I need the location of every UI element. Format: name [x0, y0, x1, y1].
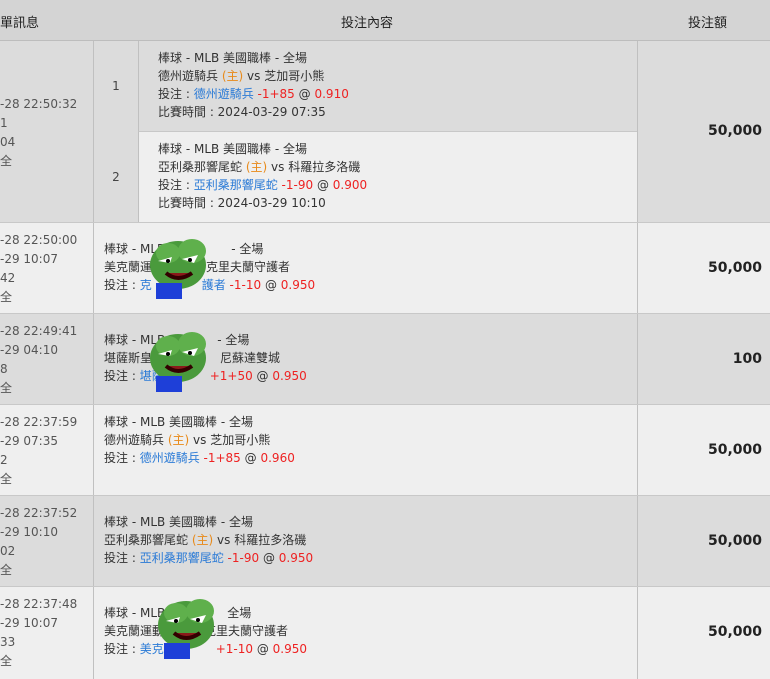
row-info: -28 22:37:52 -29 10:10 02 全 [0, 506, 78, 577]
table-row: -28 22:37:59 -29 07:35 2 全 棒球 - MLB 美國職棒… [0, 405, 770, 496]
header-amount: 投注額 [688, 16, 728, 31]
table-row: -28 22:37:52 -29 10:10 02 全 棒球 - MLB 美國職… [0, 496, 770, 587]
frog-sticker-icon [150, 239, 206, 299]
bet-amount: 50,000 [707, 442, 762, 458]
table-row: -28 22:49:41 -29 04:10 8 全 棒球 - MLB - 全場 … [0, 314, 770, 405]
leg-index: 1 [112, 79, 120, 93]
frog-sticker-icon [150, 332, 206, 392]
row-info: -28 22:49:41 -29 04:10 8 全 [0, 324, 78, 395]
leg-details: 棒球 - MLB 美國職棒 - 全場 德州遊騎兵 (主) vs 芝加哥小熊 投注… [158, 51, 349, 119]
row-info: -28 22:50:00 -29 10:07 42 全 [0, 233, 78, 304]
bet-amount: 50,000 [707, 533, 762, 549]
frog-sticker-icon [158, 599, 214, 659]
table-row: -28 22:50:00 -29 10:07 42 全 棒球 - MLB - 全場… [0, 223, 770, 314]
bet-amount: 50,000 [707, 260, 762, 276]
table-header: 單訊息 投注內容 投注額 [0, 0, 770, 41]
bet-amount: 50,000 [707, 624, 762, 640]
header-content: 投注內容 [341, 16, 394, 31]
row-info: -28 22:37:59 -29 07:35 2 全 [0, 415, 78, 486]
bet-amount: 50,000 [707, 123, 762, 139]
table-row: -28 22:37:48 -29 10:07 33 全 棒球 - MLB 全場 美… [0, 587, 770, 679]
table-row: -28 22:50:32 1 04 全 50,000 1 棒球 - MLB 美國… [0, 41, 770, 223]
leg-index: 2 [112, 170, 120, 184]
row-info: -28 22:50:32 1 04 全 [0, 97, 78, 168]
bet-details: 棒球 - MLB 美國職棒 - 全場 德州遊騎兵 (主) vs 芝加哥小熊 投注… [104, 415, 295, 465]
bet-amount: 100 [732, 351, 762, 367]
bet-details: 棒球 - MLB 美國職棒 - 全場 亞利桑那響尾蛇 (主) vs 科羅拉多洛磯… [104, 515, 314, 565]
row-info: -28 22:37:48 -29 10:07 33 全 [0, 597, 78, 668]
header-info: 單訊息 [0, 16, 40, 31]
leg-details: 棒球 - MLB 美國職棒 - 全場 亞利桑那響尾蛇 (主) vs 科羅拉多洛磯… [158, 142, 368, 210]
